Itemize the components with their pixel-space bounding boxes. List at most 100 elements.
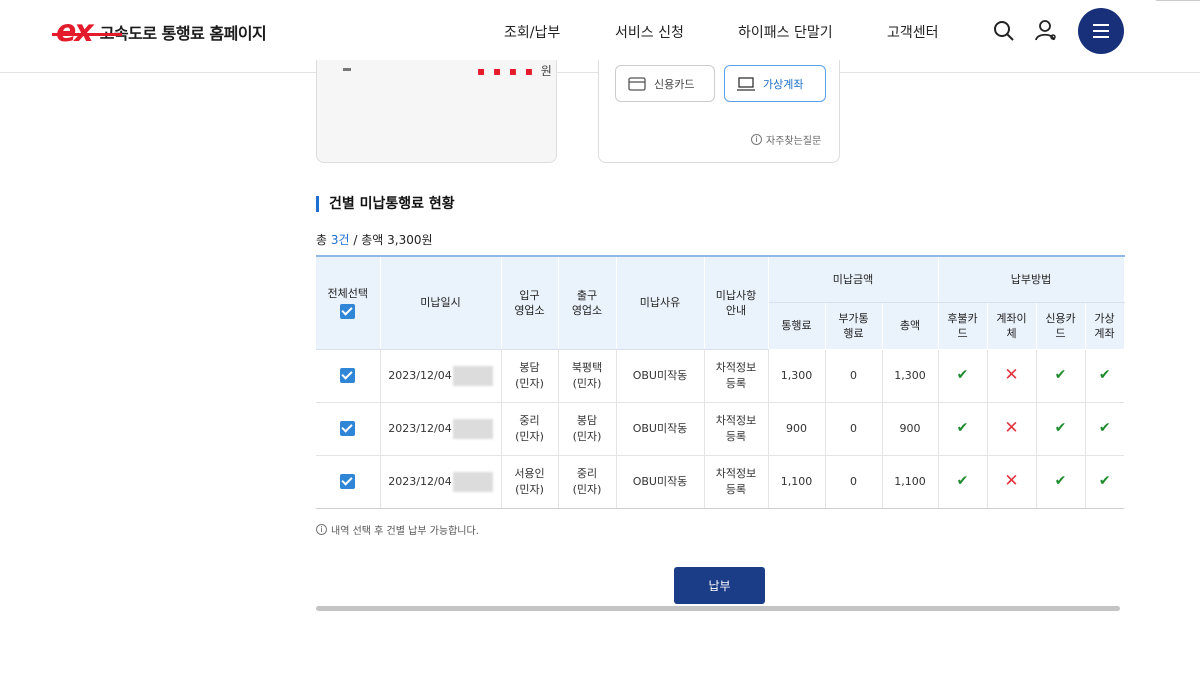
row-postpaid-cell: ✔ [937,349,987,403]
summary-total: / 총액 3,300원 [349,233,433,247]
col-surcharge: 부가통 행료 [824,301,883,350]
table-row: 2023/12/04 봉담 (민자) 북평택 (민자) OBU미작동 차적정보 … [316,349,1125,403]
virtual-account-label: 가상계좌 [763,77,804,91]
pay-submit-button[interactable]: 납부 [674,567,765,604]
row-select-cell [316,349,380,403]
col-reason: 미납사유 [615,255,705,350]
unpaid-summary: 총 3건 / 총액 3,300원 [316,231,433,248]
col-total: 총액 [881,301,939,350]
virtual-account-button[interactable]: 가상계좌 [724,65,826,102]
row-postpaid-cell: ✔ [937,455,987,509]
faq-label: 자주찾는질문 [766,136,822,147]
row-credit-cell: ✔ [1035,349,1085,403]
row-entry: 봉담 (민자) [500,349,558,403]
monitor-icon [737,76,755,91]
col-credit: 신용카 드 [1035,301,1086,350]
check-icon: ✔ [1054,473,1067,489]
masked-time [452,471,493,492]
x-icon: ✕ [1004,417,1019,438]
row-guide: 차적정보 등록 [703,402,768,456]
row-toll: 1,100 [767,455,825,509]
amount-unit: 원 [540,64,554,78]
row-virtual-cell: ✔ [1084,349,1125,403]
row-surcharge: 0 [824,402,882,456]
main-nav: 조회/납부 서비스 신청 하이패스 단말기 고객센터 [0,22,1200,42]
col-exit: 출구 영업소 [557,255,617,350]
select-all-checkbox[interactable] [340,304,356,320]
row-virtual-cell: ✔ [1084,455,1125,509]
corner-divider [1156,0,1200,1]
nav-service-apply[interactable]: 서비스 신청 [615,22,684,42]
col-transfer: 계좌이 체 [986,301,1037,350]
nav-inquiry-payment[interactable]: 조회/납부 [504,22,560,42]
row-virtual-cell: ✔ [1084,402,1125,456]
row-reason: OBU미작동 [615,349,704,403]
select-all-header: 전체선택 [316,255,381,350]
row-toll: 900 [767,402,825,456]
row-exit: 중리 (민자) [557,455,616,509]
row-exit: 북평택 (민자) [557,349,616,403]
credit-card-icon [628,76,646,91]
summary-prefix: 총 [316,233,331,247]
masked-time [452,418,493,439]
row-credit-cell: ✔ [1035,402,1085,456]
notice-text: i 내역 선택 후 건별 납부 가능합니다. [316,522,479,537]
row-entry: 서용인 (민자) [500,455,558,509]
x-icon: ✕ [1004,364,1019,385]
table-row: 2023/12/04 서용인 (민자) 중리 (민자) OBU미작동 차적정보 … [316,455,1125,509]
check-icon: ✔ [1098,473,1111,489]
table-row: 2023/12/04 중리 (민자) 봉담 (민자) OBU미작동 차적정보 등… [316,402,1125,456]
check-icon: ✔ [1098,420,1111,436]
row-guide: 차적정보 등록 [703,349,768,403]
check-icon: ✔ [1054,420,1067,436]
check-icon: ✔ [956,367,969,383]
horizontal-scrollbar[interactable] [316,606,1120,611]
row-date: 2023/12/04 [388,474,452,488]
row-date-cell: 2023/12/04 [379,402,501,456]
row-guide: 차적정보 등록 [703,455,768,509]
check-icon: ✔ [1054,367,1067,383]
notice-label: 내역 선택 후 건별 납부 가능합니다. [331,526,479,537]
check-icon: ✔ [956,420,969,436]
user-icon[interactable] [1033,18,1059,44]
nav-hipass-device[interactable]: 하이패스 단말기 [738,22,833,42]
credit-card-button[interactable]: 신용카드 [615,65,715,102]
col-group-amount: 미납금액 [767,255,939,303]
search-icon[interactable] [991,18,1017,44]
row-postpaid-cell: ✔ [937,402,987,456]
row-reason: OBU미작동 [615,455,704,509]
row-checkbox[interactable] [340,368,356,383]
col-group-method: 납부방법 [937,255,1125,303]
row-toll: 1,300 [767,349,825,403]
nav-customer-center[interactable]: 고객센터 [887,22,939,42]
row-date-cell: 2023/12/04 [379,455,501,509]
info-icon: i [751,134,762,145]
row-surcharge: 0 [824,349,882,403]
menu-line-icon [1093,24,1109,26]
x-icon: ✕ [1004,470,1019,491]
row-select-cell [316,402,380,456]
row-transfer-cell: ✕ [986,402,1036,456]
row-date: 2023/12/04 [388,421,452,435]
summary-count: 3건 [330,233,350,247]
col-virtual: 가상 계좌 [1084,301,1125,350]
row-date: 2023/12/04 [388,368,452,382]
col-toll: 통행료 [768,301,826,350]
info-icon: i [316,524,327,535]
row-date-cell: 2023/12/04 [379,349,501,403]
col-date: 미납일시 [379,255,502,350]
menu-line-icon [1093,30,1109,32]
col-postpaid: 후불카 드 [937,301,988,350]
row-checkbox[interactable] [340,421,356,436]
payment-method-box: 신용카드 가상계좌 i 자주찾는질문 [598,60,840,163]
row-transfer-cell: ✕ [986,455,1036,509]
unpaid-amount-box: ▪ ▪ ▪ ▪ 원 [316,60,557,163]
check-icon: ✔ [1098,367,1111,383]
row-select-cell [316,455,380,509]
col-guide: 미납사항 안내 [703,255,769,350]
row-total: 1,300 [881,349,938,403]
faq-link[interactable]: i 자주찾는질문 [751,132,821,147]
hamburger-menu-button[interactable] [1078,8,1124,54]
menu-line-icon [1093,36,1109,38]
row-checkbox[interactable] [340,474,356,489]
